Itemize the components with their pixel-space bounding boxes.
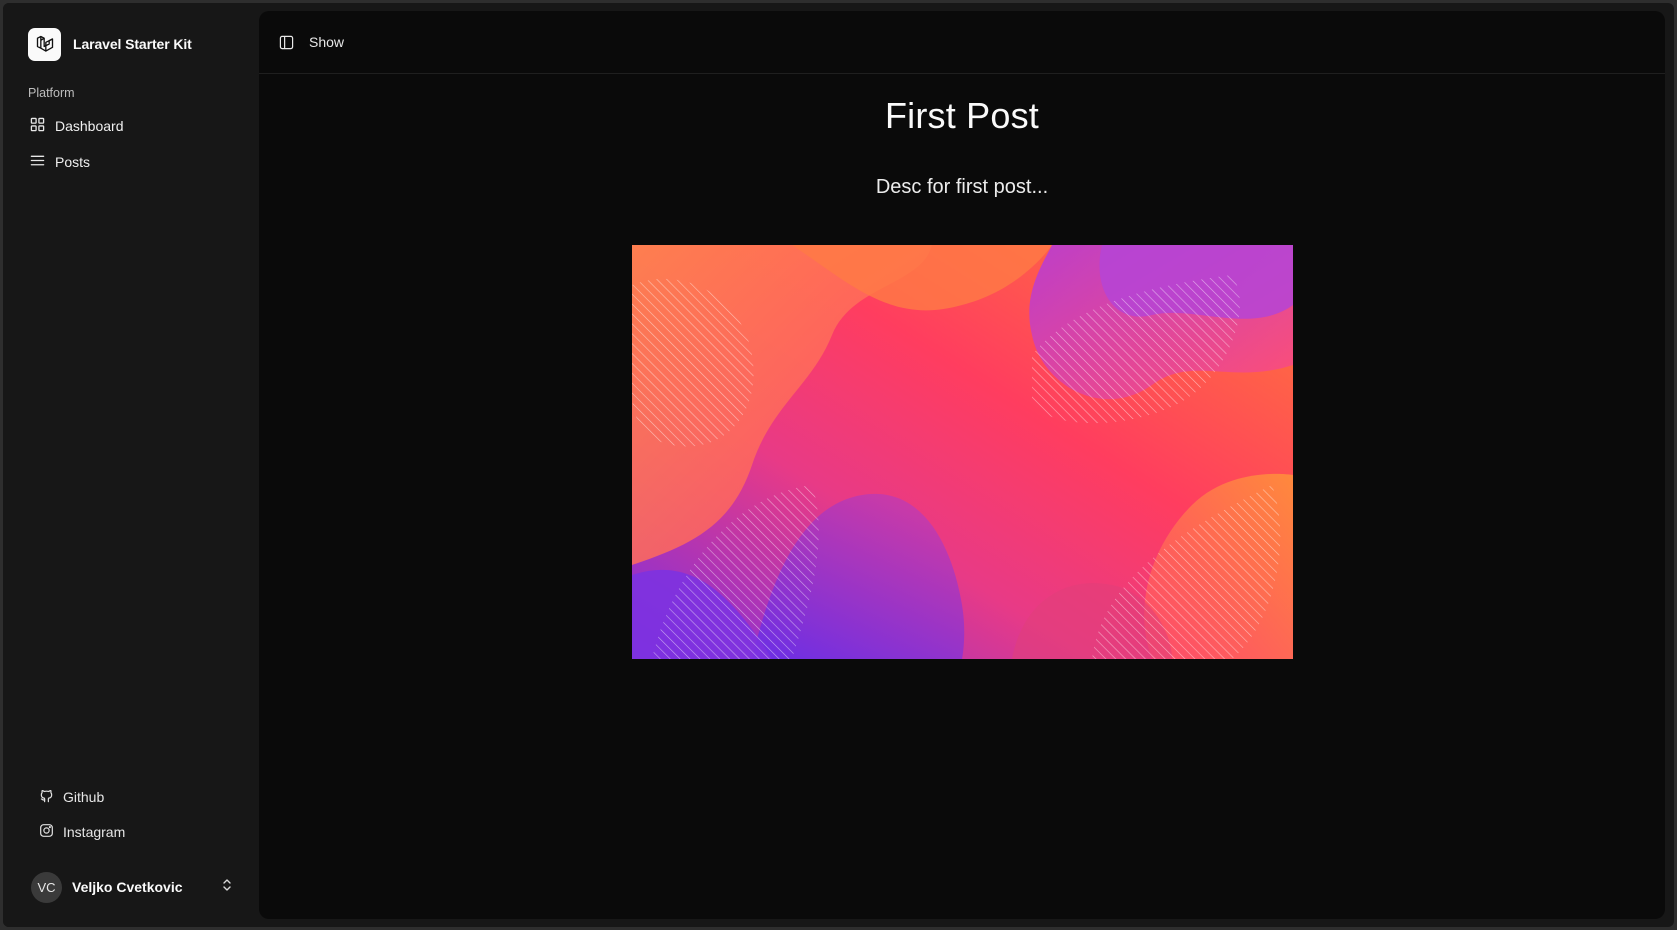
sidebar-item-label: Dashboard xyxy=(55,118,124,134)
post-image xyxy=(632,245,1293,659)
instagram-link[interactable]: Instagram xyxy=(29,817,239,847)
github-link[interactable]: Github xyxy=(29,782,239,812)
user-menu[interactable]: VC Veljko Cvetkovic xyxy=(27,869,247,905)
page-title: First Post xyxy=(884,95,1039,136)
user-name: Veljko Cvetkovic xyxy=(72,879,183,895)
instagram-icon xyxy=(39,823,54,841)
post-description: Desc for first post... xyxy=(875,176,1049,198)
brand[interactable]: Laravel Starter Kit xyxy=(28,27,192,61)
sidebar-toggle-icon[interactable] xyxy=(277,33,295,51)
instagram-label: Instagram xyxy=(63,824,126,840)
main-content: Show First Post Desc for first post... xyxy=(259,11,1665,919)
github-label: Github xyxy=(63,789,105,805)
github-icon xyxy=(39,788,54,806)
avatar: VC xyxy=(31,871,62,903)
chevrons-up-down-icon xyxy=(221,878,233,897)
laravel-logo-icon xyxy=(28,27,61,61)
app-name: Laravel Starter Kit xyxy=(73,36,192,52)
app-window: Laravel Starter Kit Platform Dashboard P… xyxy=(3,3,1674,927)
list-icon xyxy=(30,153,45,171)
sidebar: Laravel Starter Kit Platform Dashboard P… xyxy=(3,3,259,927)
sidebar-item-dashboard[interactable]: Dashboard xyxy=(20,110,242,142)
sidebar-item-label: Posts xyxy=(55,154,91,170)
header: Show xyxy=(259,11,1665,74)
sidebar-item-posts[interactable]: Posts xyxy=(20,146,242,178)
grid-icon xyxy=(30,117,45,135)
nav-group-label: Platform xyxy=(28,86,75,100)
breadcrumb[interactable]: Show xyxy=(309,34,344,50)
